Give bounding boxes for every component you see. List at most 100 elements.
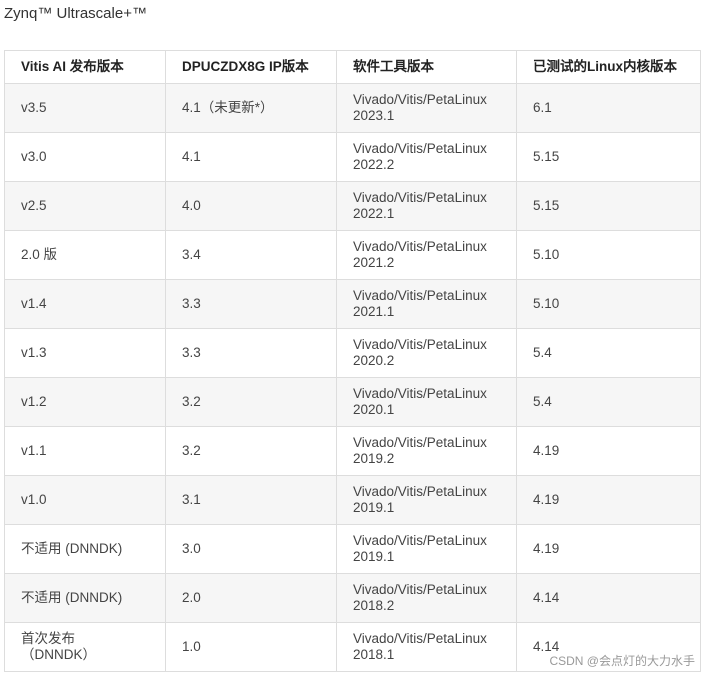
cell-line: 2022.2	[353, 157, 395, 172]
cell-line: 2023.1	[353, 108, 395, 123]
cell-tools-version: Vivado/Vitis/PetaLinux 2019.2	[336, 426, 517, 476]
cell-kernel-version: 5.4	[516, 328, 701, 378]
cell-line: Vivado/Vitis/PetaLinux	[353, 141, 487, 156]
cell-line: 不适用 (DNNDK)	[21, 541, 123, 556]
cell-tools-version: Vivado/Vitis/PetaLinux 2020.2	[336, 328, 517, 378]
cell-line: 不适用 (DNNDK)	[21, 590, 123, 605]
cell-ip-version: 3.1	[165, 475, 337, 525]
cell-release: v1.4	[4, 279, 166, 329]
cell-line: 首次发布	[21, 631, 75, 646]
cell-line: v1.2	[21, 394, 47, 409]
header-software-tools-version: 软件工具版本	[336, 50, 517, 84]
cell-tools-version: Vivado/Vitis/PetaLinux 2018.2	[336, 573, 517, 623]
cell-line: Vivado/Vitis/PetaLinux	[353, 337, 487, 352]
cell-tools-version: Vivado/Vitis/PetaLinux 2019.1	[336, 524, 517, 574]
compatibility-table: Vitis AI 发布版本 DPUCZDX8G IP版本 软件工具版本 已测试的…	[4, 50, 701, 672]
cell-line: Vivado/Vitis/PetaLinux	[353, 92, 487, 107]
table-row: v3.0 4.1 Vivado/Vitis/PetaLinux 2022.2 5.15	[4, 132, 701, 182]
cell-ip-version: 3.4	[165, 230, 337, 280]
cell-line: v2.5	[21, 198, 47, 213]
table-header-row: Vitis AI 发布版本 DPUCZDX8G IP版本 软件工具版本 已测试的…	[4, 50, 701, 84]
cell-kernel-version: 5.15	[516, 132, 701, 182]
cell-tools-version: Vivado/Vitis/PetaLinux 2021.1	[336, 279, 517, 329]
cell-release: v1.3	[4, 328, 166, 378]
cell-ip-version: 3.0	[165, 524, 337, 574]
cell-release: 2.0 版	[4, 230, 166, 280]
cell-line: 2019.1	[353, 549, 395, 564]
table-row: v1.0 3.1 Vivado/Vitis/PetaLinux 2019.1 4.19	[4, 475, 701, 525]
table-row: 2.0 版 3.4 Vivado/Vitis/PetaLinux 2021.2 5.10	[4, 230, 701, 280]
cell-ip-version: 1.0	[165, 622, 337, 672]
cell-ip-version: 3.2	[165, 377, 337, 427]
cell-line: v1.1	[21, 443, 47, 458]
cell-line: v3.0	[21, 149, 47, 164]
table-row: v1.4 3.3 Vivado/Vitis/PetaLinux 2021.1 5.10	[4, 279, 701, 329]
cell-line: Vivado/Vitis/PetaLinux	[353, 239, 487, 254]
cell-line: Vivado/Vitis/PetaLinux	[353, 288, 487, 303]
watermark: CSDN @会点灯的大力水手	[549, 654, 695, 668]
cell-tools-version: Vivado/Vitis/PetaLinux 2018.1	[336, 622, 517, 672]
table-row: 不适用 (DNNDK) 3.0 Vivado/Vitis/PetaLinux 2019…	[4, 524, 701, 574]
cell-release: v3.0	[4, 132, 166, 182]
table-body: v3.5 4.1（未更新*） Vivado/Vitis/PetaLinux 2023.…	[4, 83, 701, 672]
cell-release: 首次发布 （DNNDK）	[4, 622, 166, 672]
cell-kernel-version: 5.15	[516, 181, 701, 231]
cell-line: 2018.1	[353, 647, 395, 662]
cell-release: 不适用 (DNNDK)	[4, 524, 166, 574]
cell-kernel-version: 4.14	[516, 573, 701, 623]
cell-ip-version: 2.0	[165, 573, 337, 623]
cell-tools-version: Vivado/Vitis/PetaLinux 2022.2	[336, 132, 517, 182]
cell-line: 2021.1	[353, 304, 395, 319]
cell-line: 2.0 版	[21, 247, 58, 262]
cell-release: 不适用 (DNNDK)	[4, 573, 166, 623]
cell-kernel-version: 4.19	[516, 524, 701, 574]
cell-line: Vivado/Vitis/PetaLinux	[353, 631, 487, 646]
table-row: v1.3 3.3 Vivado/Vitis/PetaLinux 2020.2 5.4	[4, 328, 701, 378]
cell-kernel-version: 4.19	[516, 426, 701, 476]
cell-release: v2.5	[4, 181, 166, 231]
cell-line: v1.0	[21, 492, 47, 507]
cell-line: 2018.2	[353, 598, 395, 613]
cell-kernel-version: 5.10	[516, 230, 701, 280]
table-row: v3.5 4.1（未更新*） Vivado/Vitis/PetaLinux 2023.…	[4, 83, 701, 133]
table-row: v2.5 4.0 Vivado/Vitis/PetaLinux 2022.1 5.15	[4, 181, 701, 231]
header-linux-kernel-version: 已测试的Linux内核版本	[516, 50, 701, 84]
cell-kernel-version: 6.1	[516, 83, 701, 133]
cell-line: （DNNDK）	[21, 647, 97, 662]
cell-line: 2019.1	[353, 500, 395, 515]
cell-line: Vivado/Vitis/PetaLinux	[353, 190, 487, 205]
cell-line: 2021.2	[353, 255, 395, 270]
cell-ip-version: 4.0	[165, 181, 337, 231]
cell-kernel-version: 4.19	[516, 475, 701, 525]
cell-line: 2020.2	[353, 353, 395, 368]
cell-line: 2022.1	[353, 206, 395, 221]
cell-ip-version: 3.3	[165, 328, 337, 378]
page-title: Zynq™ Ultrascale+™	[4, 5, 147, 22]
cell-release: v1.1	[4, 426, 166, 476]
cell-release: v3.5	[4, 83, 166, 133]
cell-line: v1.3	[21, 345, 47, 360]
header-vitis-ai-release: Vitis AI 发布版本	[4, 50, 166, 84]
cell-line: 2020.1	[353, 402, 395, 417]
cell-ip-version: 4.1	[165, 132, 337, 182]
cell-kernel-version: 5.4	[516, 377, 701, 427]
cell-release: v1.2	[4, 377, 166, 427]
cell-line: Vivado/Vitis/PetaLinux	[353, 386, 487, 401]
cell-ip-version: 4.1（未更新*）	[165, 83, 337, 133]
cell-ip-version: 3.3	[165, 279, 337, 329]
cell-line: Vivado/Vitis/PetaLinux	[353, 582, 487, 597]
cell-tools-version: Vivado/Vitis/PetaLinux 2023.1	[336, 83, 517, 133]
cell-kernel-version: 5.10	[516, 279, 701, 329]
cell-tools-version: Vivado/Vitis/PetaLinux 2020.1	[336, 377, 517, 427]
cell-line: Vivado/Vitis/PetaLinux	[353, 435, 487, 450]
cell-line: Vivado/Vitis/PetaLinux	[353, 533, 487, 548]
cell-release: v1.0	[4, 475, 166, 525]
table-row: v1.2 3.2 Vivado/Vitis/PetaLinux 2020.1 5.4	[4, 377, 701, 427]
cell-line: 2019.2	[353, 451, 395, 466]
cell-line: v1.4	[21, 296, 47, 311]
table-row: v1.1 3.2 Vivado/Vitis/PetaLinux 2019.2 4.19	[4, 426, 701, 476]
cell-tools-version: Vivado/Vitis/PetaLinux 2022.1	[336, 181, 517, 231]
header-dpu-ip-version: DPUCZDX8G IP版本	[165, 50, 337, 84]
cell-tools-version: Vivado/Vitis/PetaLinux 2021.2	[336, 230, 517, 280]
table-row: 不适用 (DNNDK) 2.0 Vivado/Vitis/PetaLinux 2018…	[4, 573, 701, 623]
